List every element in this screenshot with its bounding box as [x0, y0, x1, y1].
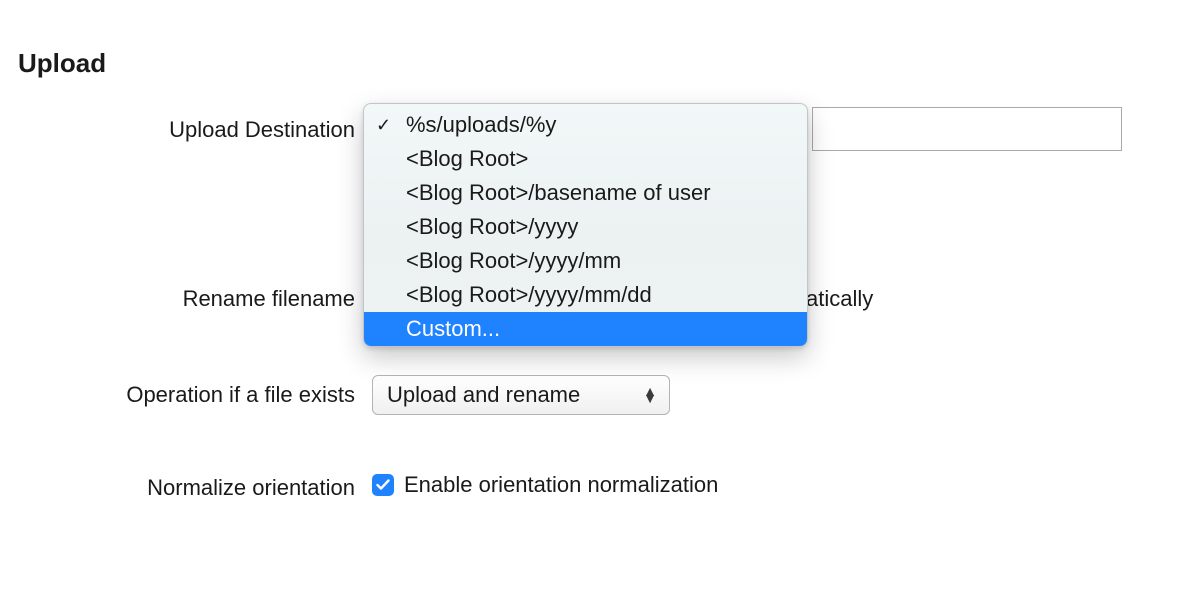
dropdown-option-5[interactable]: <Blog Root>/yyyy/mm/dd	[364, 278, 807, 312]
check-icon	[376, 479, 390, 491]
dropdown-option-1[interactable]: <Blog Root>	[364, 142, 807, 176]
label-operation-if-file-exists: Operation if a file exists	[126, 382, 355, 408]
dropdown-option-label: %s/uploads/%y	[406, 112, 556, 137]
dropdown-option-label: <Blog Root>/yyyy	[406, 214, 578, 239]
normalize-orientation-checkbox-label[interactable]: Enable orientation normalization	[404, 472, 718, 498]
rename-automatically-text-fragment: atically	[806, 286, 873, 312]
upload-destination-custom-input[interactable]	[812, 107, 1122, 151]
operation-if-file-exists-select[interactable]: Upload and rename ▲▼	[372, 375, 670, 415]
normalize-orientation-row: Enable orientation normalization	[372, 472, 718, 498]
dropdown-option-label: <Blog Root>/basename of user	[406, 180, 711, 205]
dropdown-option-label: <Blog Root>	[406, 146, 528, 171]
section-title-upload: Upload	[18, 48, 106, 79]
label-upload-destination: Upload Destination	[169, 117, 355, 143]
select-arrows-icon: ▲▼	[643, 388, 657, 402]
dropdown-option-0[interactable]: ✓ %s/uploads/%y	[364, 108, 807, 142]
upload-destination-dropdown[interactable]: ✓ %s/uploads/%y <Blog Root> <Blog Root>/…	[363, 103, 808, 347]
dropdown-option-label: <Blog Root>/yyyy/mm	[406, 248, 621, 273]
dropdown-option-3[interactable]: <Blog Root>/yyyy	[364, 210, 807, 244]
dropdown-option-label: <Blog Root>/yyyy/mm/dd	[406, 282, 652, 307]
label-normalize-orientation: Normalize orientation	[147, 475, 355, 501]
checkmark-icon: ✓	[376, 108, 391, 142]
dropdown-option-2[interactable]: <Blog Root>/basename of user	[364, 176, 807, 210]
normalize-orientation-checkbox[interactable]	[372, 474, 394, 496]
dropdown-option-4[interactable]: <Blog Root>/yyyy/mm	[364, 244, 807, 278]
dropdown-option-6[interactable]: Custom...	[364, 312, 807, 346]
dropdown-option-label: Custom...	[406, 316, 500, 341]
operation-selected-value: Upload and rename	[387, 382, 580, 408]
label-rename-filename: Rename filename	[183, 286, 355, 312]
